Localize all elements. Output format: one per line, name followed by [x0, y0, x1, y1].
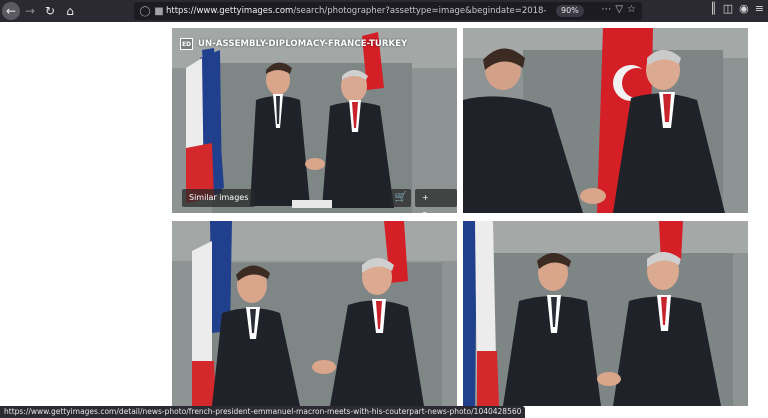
pocket-icon[interactable]: ▽ — [615, 4, 623, 15]
shield-icon[interactable]: ◯ — [138, 6, 152, 17]
bookmark-star-icon[interactable]: ☆ — [627, 4, 636, 15]
image-tile-4[interactable] — [463, 221, 748, 406]
photo-macron-erdogan-handshake-4 — [463, 221, 748, 406]
sidebar-icon[interactable]: ◫ — [723, 2, 733, 15]
zoom-level[interactable]: 90% — [556, 5, 584, 17]
forward-arrow-icon[interactable]: → — [20, 1, 40, 21]
back-arrow-icon[interactable]: ← — [2, 2, 20, 20]
photo-macron-erdogan-handshake-2 — [463, 28, 748, 213]
reload-icon[interactable]: ↻ — [40, 1, 60, 21]
image-tile-2[interactable] — [463, 28, 748, 213]
status-bar-link: https://www.gettyimages.com/detail/news-… — [0, 406, 526, 418]
image-tile-3[interactable] — [172, 221, 457, 406]
url-path: /search/photographer?assettype=image&beg… — [293, 6, 546, 16]
cart-icon[interactable]: 🛒 — [391, 189, 411, 207]
photo-macron-erdogan-handshake-1 — [172, 28, 457, 213]
image-grid: ED UN-ASSEMBLY-DIPLOMACY-FRANCE-TURKEY S… — [152, 22, 768, 418]
home-icon[interactable]: ⌂ — [60, 1, 80, 21]
browser-toolbar: ← → ↻ ⌂ ◯ ■ https://www.gettyimages.com/… — [0, 0, 768, 22]
url-host: https://www.gettyimages.com — [166, 6, 294, 16]
page-content: ED UN-ASSEMBLY-DIPLOMACY-FRANCE-TURKEY S… — [0, 22, 768, 418]
menu-icon[interactable]: ≡ — [755, 2, 764, 15]
editorial-badge: ED — [180, 38, 193, 50]
image-tile-1[interactable]: ED UN-ASSEMBLY-DIPLOMACY-FRANCE-TURKEY S… — [172, 28, 457, 213]
image-caption: ED UN-ASSEMBLY-DIPLOMACY-FRANCE-TURKEY — [180, 38, 407, 50]
extension-icon[interactable]: ◉ — [739, 2, 749, 15]
more-dots-icon[interactable]: ⋯ — [601, 4, 611, 15]
left-margin — [0, 22, 152, 418]
save-button[interactable]: + Save — [415, 189, 457, 213]
photo-macron-erdogan-handshake-3 — [172, 221, 457, 406]
lock-icon[interactable]: ■ — [152, 6, 166, 17]
url-text[interactable]: https://www.gettyimages.com/search/photo… — [166, 6, 546, 16]
library-icon[interactable]: ║ — [710, 2, 717, 15]
similar-images-button[interactable]: Similar images — [182, 189, 256, 207]
url-bar[interactable]: ◯ ■ https://www.gettyimages.com/search/p… — [134, 2, 642, 20]
caption-text: UN-ASSEMBLY-DIPLOMACY-FRANCE-TURKEY — [198, 39, 408, 49]
